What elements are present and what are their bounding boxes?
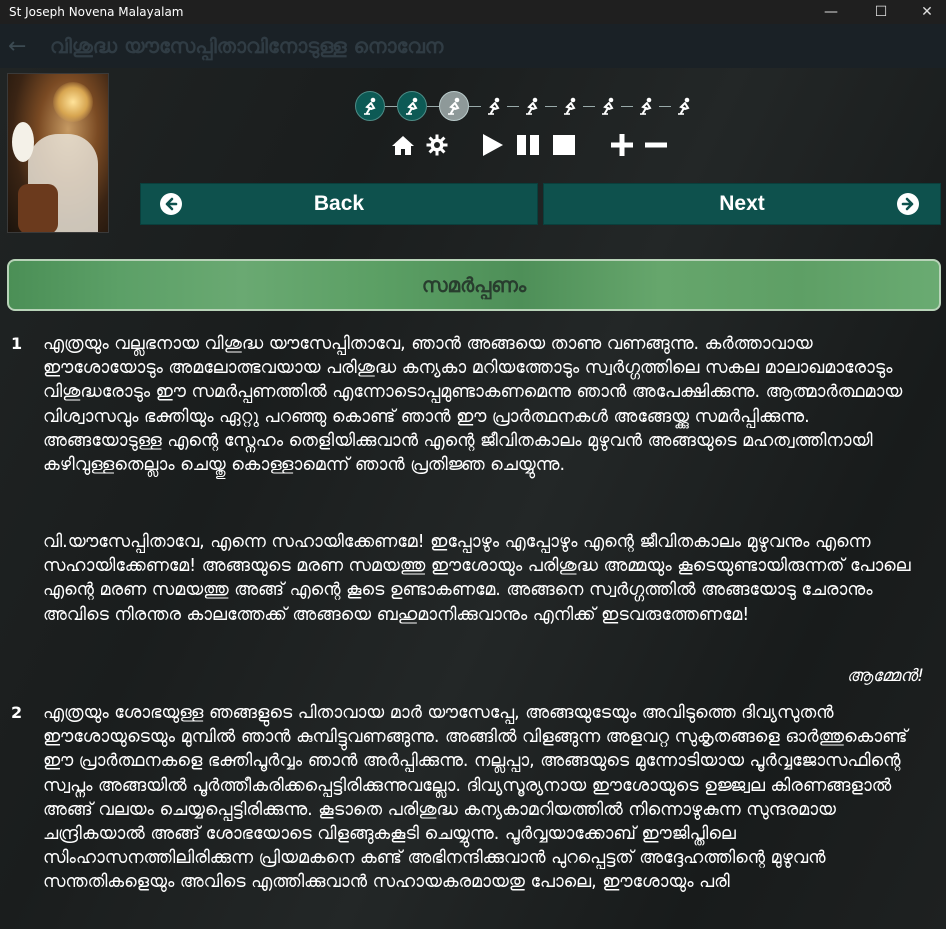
arrow-left-circle-icon: [160, 193, 182, 215]
maximize-button[interactable]: ☐: [858, 0, 904, 24]
praying-person-icon: [526, 97, 538, 115]
paragraph-text: എത്രയും ശോഭയുള്ള ഞങ്ങളുടെ പിതാവായ മാർ യൗ…: [43, 703, 908, 893]
arrow-right-circle-icon: [897, 193, 919, 215]
progress-step-1[interactable]: [355, 91, 385, 121]
back-button-label: Back: [313, 192, 365, 215]
praying-person-icon: [448, 97, 460, 115]
progress-step-3[interactable]: [439, 91, 469, 121]
progress-step-2[interactable]: [397, 91, 427, 121]
praying-person-icon: [406, 97, 418, 115]
progress-step-6[interactable]: [557, 91, 583, 121]
window-titlebar: St Joseph Novena Malayalam — ☐ ✕: [0, 0, 946, 24]
minimize-button[interactable]: —: [808, 0, 854, 24]
progress-step-7[interactable]: [595, 91, 621, 121]
novena-progress: [355, 90, 697, 122]
close-button[interactable]: ✕: [904, 0, 946, 24]
play-icon[interactable]: [479, 133, 505, 157]
home-icon[interactable]: [390, 134, 416, 156]
praying-person-icon: [488, 97, 500, 115]
paragraph-text: എത്രയും വല്ലഭനായ വിശുദ്ധ യൗസേപ്പിതാവേ, ഞ…: [43, 334, 903, 476]
paragraph-number: 2: [11, 703, 23, 722]
praying-person-icon: [364, 97, 376, 115]
plus-icon[interactable]: [609, 133, 635, 157]
window-title: St Joseph Novena Malayalam: [9, 5, 184, 19]
app-header: ← വിശുദ്ധ യൗസേപ്പിതാവിനോടുള്ള നൊവേന: [0, 24, 946, 68]
praying-person-icon: [602, 97, 614, 115]
praying-person-icon: [640, 97, 652, 115]
next-button-label: Next: [719, 192, 765, 215]
paragraph-text: വി.യൗസേപ്പിതാവേ, എന്നെ സഹായിക്കേണമേ! ഇപ്…: [43, 532, 911, 625]
playback-toolbar: [390, 131, 669, 159]
content-area: Back Next സമർപ്പണം 1 എത്രയും വല്ലഭനായ വി…: [0, 68, 946, 929]
back-button[interactable]: Back: [140, 183, 538, 225]
progress-step-5[interactable]: [519, 91, 545, 121]
next-button[interactable]: Next: [543, 183, 941, 225]
praying-person-icon: [678, 97, 690, 115]
page-title: വിശുദ്ധ യൗസേപ്പിതാവിനോടുള്ള നൊവേന: [50, 34, 444, 58]
section-title: സമർപ്പണം: [7, 259, 941, 311]
stop-icon[interactable]: [551, 134, 577, 156]
amen-text: ആമ്മേൻ!: [846, 666, 924, 686]
gear-icon[interactable]: [425, 134, 449, 156]
paragraph-number: 1: [11, 334, 23, 353]
progress-step-9[interactable]: [671, 91, 697, 121]
progress-step-8[interactable]: [633, 91, 659, 121]
back-arrow-icon[interactable]: ←: [8, 34, 28, 59]
st-joseph-image: [7, 73, 109, 233]
praying-person-icon: [564, 97, 576, 115]
progress-step-4[interactable]: [481, 91, 507, 121]
minus-icon[interactable]: [643, 133, 669, 157]
pause-icon[interactable]: [515, 134, 541, 156]
